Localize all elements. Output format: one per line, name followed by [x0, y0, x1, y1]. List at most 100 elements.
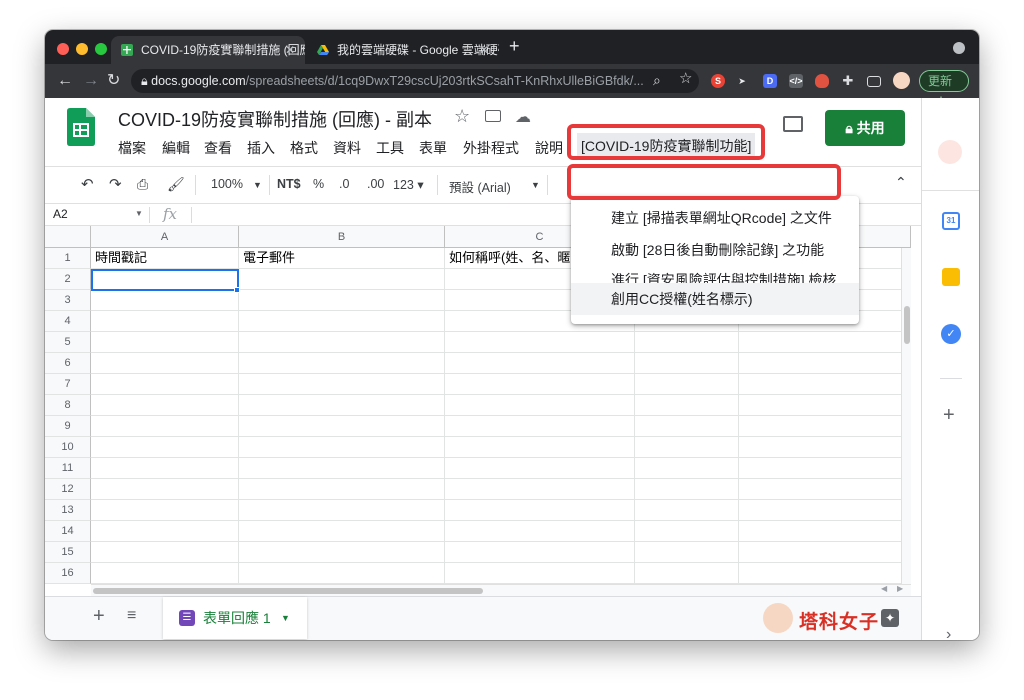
grid-cell[interactable]	[739, 353, 911, 374]
grid-cell[interactable]	[91, 458, 239, 479]
sheets-logo-icon[interactable]	[67, 108, 95, 146]
grid-cell[interactable]	[635, 395, 739, 416]
grid-cell[interactable]	[239, 311, 445, 332]
extension-cursor-icon[interactable]: ➤	[735, 74, 749, 88]
row-header[interactable]: 12	[45, 479, 91, 500]
row-header[interactable]: 15	[45, 542, 91, 563]
grid-cell[interactable]	[239, 416, 445, 437]
cast-icon[interactable]	[867, 76, 881, 87]
tasks-icon[interactable]: ✓	[941, 324, 961, 344]
grid-cell[interactable]	[239, 290, 445, 311]
avatar[interactable]	[938, 140, 962, 164]
percent-format-button[interactable]: %	[313, 177, 324, 191]
grid-cell[interactable]	[445, 542, 635, 563]
zoom-icon[interactable]: ⌕	[653, 69, 661, 91]
grid-cell[interactable]	[445, 479, 635, 500]
grid-cell[interactable]	[739, 521, 911, 542]
sheet-tab-form-responses[interactable]: ☰ 表單回應 1 ▼	[163, 597, 307, 639]
name-box[interactable]: A2	[53, 207, 68, 221]
move-folder-icon[interactable]	[485, 110, 501, 122]
grid-cell[interactable]	[445, 563, 635, 584]
grid-cell[interactable]	[445, 500, 635, 521]
font-dropdown-icon[interactable]: ▼	[531, 180, 540, 190]
grid-cell[interactable]	[91, 311, 239, 332]
menu-item-cc-license[interactable]: 創用CC授權(姓名標示)	[571, 283, 859, 315]
grid-cell[interactable]	[739, 332, 911, 353]
grid-cell[interactable]	[239, 353, 445, 374]
grid-cell[interactable]	[635, 374, 739, 395]
grid-cell[interactable]	[445, 416, 635, 437]
row-header[interactable]: 2	[45, 269, 91, 290]
minimize-window-button[interactable]	[76, 43, 88, 55]
star-icon[interactable]: ☆	[454, 106, 470, 127]
grid-cell[interactable]: 時間戳記	[91, 248, 239, 269]
undo-icon[interactable]: ↶	[81, 175, 94, 193]
menu-addons[interactable]: 外掛程式	[463, 138, 519, 158]
grid-cell[interactable]	[91, 395, 239, 416]
grid-cell[interactable]	[635, 542, 739, 563]
extension-s-icon[interactable]: S	[711, 74, 725, 88]
grid-cell[interactable]	[239, 458, 445, 479]
grid-cell[interactable]	[635, 353, 739, 374]
select-all-corner[interactable]	[45, 226, 91, 248]
grid-cell[interactable]	[445, 353, 635, 374]
browser-tab-drive[interactable]: 我的雲端硬碟 - Google 雲端硬碟 ✕	[307, 36, 499, 64]
row-header[interactable]: 16	[45, 563, 91, 584]
grid-cell[interactable]	[635, 500, 739, 521]
add-sheet-icon[interactable]: +	[93, 605, 105, 628]
close-window-button[interactable]	[57, 43, 69, 55]
font-select[interactable]: 預設 (Arial)	[449, 177, 511, 196]
selected-cell-a2[interactable]	[91, 269, 239, 291]
expand-panel-icon[interactable]: ›	[946, 626, 951, 640]
grid-cell[interactable]	[91, 521, 239, 542]
grid-cell[interactable]	[91, 290, 239, 311]
grid-cell[interactable]	[239, 479, 445, 500]
menu-help[interactable]: 說明	[535, 138, 563, 158]
grid-cell[interactable]	[739, 563, 911, 584]
menu-item-create-qrcode-doc[interactable]: 建立 [掃描表單網址QRcode] 之文件	[571, 202, 859, 234]
row-header[interactable]: 6	[45, 353, 91, 374]
grid-cell[interactable]	[239, 374, 445, 395]
add-addon-icon[interactable]: +	[943, 404, 955, 427]
share-button[interactable]: 🔒︎ 共用	[825, 110, 905, 146]
redo-icon[interactable]: ↷	[109, 175, 122, 193]
grid-cell[interactable]	[445, 458, 635, 479]
browser-tab-sheet[interactable]: COVID-19防疫實聯制措施 (回應 ✕	[111, 36, 305, 64]
update-button[interactable]: 更新⋮	[919, 70, 969, 108]
calendar-icon[interactable]: 31	[942, 212, 960, 230]
grid-cell[interactable]	[445, 395, 635, 416]
paint-format-icon[interactable]: 🖌︎	[167, 176, 185, 193]
menu-insert[interactable]: 插入	[247, 138, 275, 158]
extension-code-icon[interactable]: </>	[789, 74, 803, 88]
vertical-scroll-thumb[interactable]	[904, 306, 910, 344]
scroll-left-icon[interactable]: ◀	[881, 584, 887, 593]
grid-cell[interactable]	[635, 479, 739, 500]
horizontal-scrollbar[interactable]: ◀ ▶	[91, 584, 911, 596]
grid-cell[interactable]	[91, 500, 239, 521]
fill-handle[interactable]	[234, 287, 240, 293]
name-box-dropdown-icon[interactable]: ▼	[135, 209, 143, 218]
menu-item-auto-delete-28days[interactable]: 啟動 [28日後自動刪除記錄] 之功能	[571, 234, 859, 266]
extensions-puzzle-icon[interactable]: ✚	[841, 74, 855, 88]
url-field[interactable]: 🔒︎ docs.google.com/spreadsheets/d/1cq9Dw…	[131, 69, 699, 93]
maximize-window-button[interactable]	[95, 43, 107, 55]
forward-icon[interactable]: →	[83, 70, 99, 92]
scroll-right-icon[interactable]: ▶	[897, 584, 903, 593]
vertical-scrollbar[interactable]	[901, 248, 911, 584]
row-header[interactable]: 11	[45, 458, 91, 479]
more-formats-button[interactable]: 123 ▾	[393, 177, 424, 192]
grid-cell[interactable]: 電子郵件	[239, 248, 445, 269]
menu-forms[interactable]: 表單	[419, 138, 447, 158]
grid-cell[interactable]	[445, 374, 635, 395]
grid-cell[interactable]	[239, 395, 445, 416]
grid-cell[interactable]	[91, 332, 239, 353]
sheet-tab-dropdown-icon[interactable]: ▼	[281, 597, 290, 639]
row-header[interactable]: 4	[45, 311, 91, 332]
grid-cell[interactable]	[239, 332, 445, 353]
grid-cell[interactable]	[635, 458, 739, 479]
extension-shield-icon[interactable]	[815, 74, 829, 88]
document-title[interactable]: COVID-19防疫實聯制措施 (回應) - 副本	[118, 106, 432, 132]
reload-icon[interactable]: ↻	[107, 70, 120, 92]
grid-cell[interactable]	[91, 542, 239, 563]
menu-format[interactable]: 格式	[290, 138, 318, 158]
